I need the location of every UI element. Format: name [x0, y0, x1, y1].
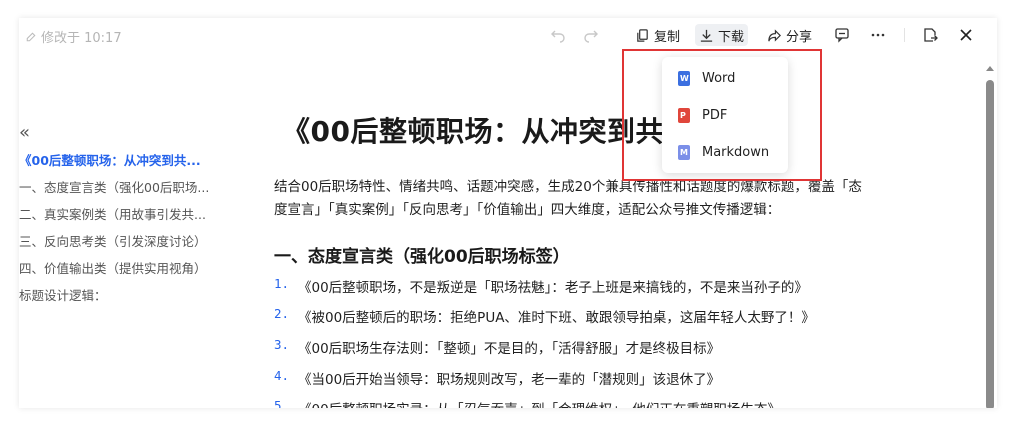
toc-item-section-3[interactable]: 三、反向思考类（引发深度讨论） [19, 231, 207, 250]
intro-paragraph: 结合00后职场特性、情绪共鸣、话题冲突感，生成20个兼具传播性和话题度的爆款标题… [274, 176, 914, 222]
export-doc-icon[interactable] [921, 26, 939, 44]
toc-item-title[interactable]: 《00后整顿职场：从冲突到共... [19, 150, 201, 169]
list-item: 4. 《当00后开始当领导：职场规则改写，老一辈的「潜规则」该退休了》 [274, 368, 720, 388]
list-number: 1. [274, 276, 290, 291]
toc-item-section-2[interactable]: 二、真实案例类（用故事引发共... [19, 204, 206, 223]
intro-line-2: 度宣言」「真实案例」「反向思考」「价值输出」四大维度，适配公众号推文传播逻辑： [274, 202, 781, 218]
scroll-thumb[interactable] [986, 80, 994, 408]
list-item: 2. 《被00后整顿后的职场：拒绝PUA、准时下班、敢跟领导拍桌，这届年轻人太野… [274, 306, 815, 326]
list-item: 5. 《00后整顿职场实录：从「忍气吞声」到「合理维权」，他们正在重塑职场生态》 [274, 398, 781, 408]
document-title: 《00后整顿职场：从冲突到共 [282, 115, 664, 148]
section-heading: 一、态度宣言类（强化00后职场标签） [274, 247, 570, 267]
list-text: 《当00后开始当领导：职场规则改写，老一辈的「潜规则」该退休了》 [298, 372, 721, 388]
edit-status: 修改于 10:17 [25, 27, 122, 46]
download-word-label: Word [702, 70, 736, 86]
toc-item-section-4[interactable]: 四、价值输出类（提供实用视角） [19, 258, 207, 277]
list-text: 《00后整顿职场，不是叛逆是「职场祛魅」：老子上班是来搞钱的，不是来当孙子的》 [298, 280, 808, 296]
download-word-option[interactable]: W Word [662, 63, 788, 93]
scroll-up-arrow-icon[interactable] [986, 66, 994, 71]
download-pdf-label: PDF [702, 107, 728, 123]
list-text: 《00后职场生存法则：「整顿」不是目的，「活得舒服」才是终极目标》 [298, 341, 721, 357]
document-window: 修改于 10:17 复制 下载 分享 « 《00后整顿职场：从冲突到共... 一… [19, 18, 997, 408]
list-number: 2. [274, 306, 290, 321]
pdf-file-icon: P [678, 107, 690, 123]
list-text: 《00后整顿职场实录：从「忍气吞声」到「合理维权」，他们正在重塑职场生态》 [298, 398, 781, 408]
close-icon[interactable] [957, 26, 975, 44]
vertical-scrollbar[interactable] [986, 66, 994, 408]
intro-line-1: 结合00后职场特性、情绪共鸣、话题冲突感，生成20个兼具传播性和话题度的爆款标题… [274, 179, 862, 195]
download-menu: W Word P PDF M Markdown [662, 57, 788, 173]
download-markdown-label: Markdown [702, 144, 770, 160]
list-number: 3. [274, 337, 290, 352]
word-file-icon: W [678, 70, 690, 86]
document-body: 《00后整顿职场：从冲突到共 结合00后职场特性、情绪共鸣、话题冲突感，生成20… [274, 18, 914, 408]
list-item: 1. 《00后整顿职场，不是叛逆是「职场祛魅」：老子上班是来搞钱的，不是来当孙子… [274, 276, 808, 296]
pencil-icon [26, 32, 36, 41]
download-markdown-option[interactable]: M Markdown [662, 137, 788, 167]
toc-item-section-1[interactable]: 一、态度宣言类（强化00后职场... [19, 177, 209, 196]
markdown-file-icon: M [678, 144, 690, 160]
list-number: 5. [274, 398, 290, 408]
download-pdf-option[interactable]: P PDF [662, 100, 788, 130]
collapse-sidebar-icon[interactable]: « [19, 122, 30, 143]
edit-time-text: 修改于 10:17 [41, 31, 122, 46]
list-text: 《被00后整顿后的职场：拒绝PUA、准时下班、敢跟领导拍桌，这届年轻人太野了！》 [298, 310, 815, 326]
toc-item-logic[interactable]: 标题设计逻辑： [19, 285, 107, 304]
list-item: 3. 《00后职场生存法则：「整顿」不是目的，「活得舒服」才是终极目标》 [274, 337, 720, 357]
list-number: 4. [274, 368, 290, 383]
